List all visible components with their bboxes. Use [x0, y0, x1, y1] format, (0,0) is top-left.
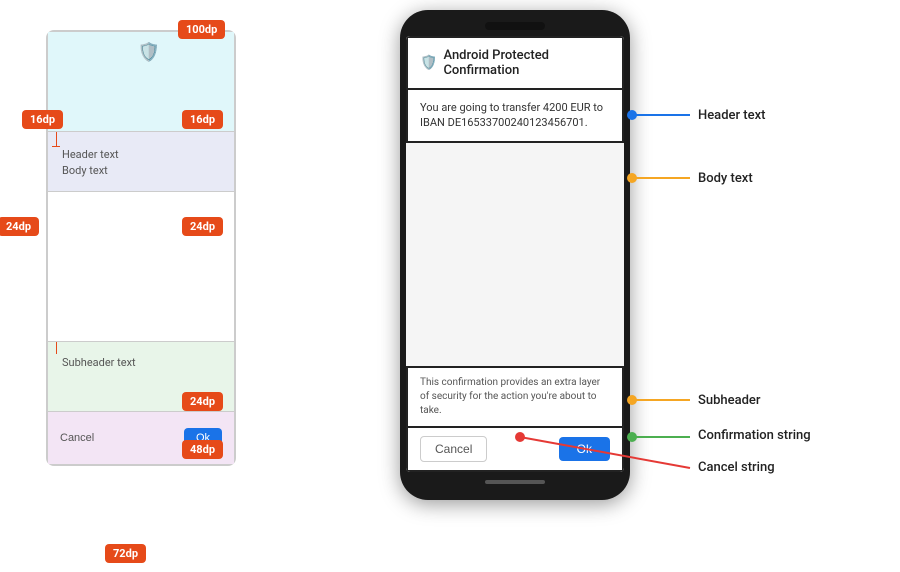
badge-24dp-right: 24dp [182, 217, 223, 236]
badge-24dp-left: 24dp [0, 217, 39, 236]
right-section: 🛡️ Android Protected Confirmation You ar… [360, 0, 900, 572]
dialog-buttons: Cancel Ok [406, 428, 624, 472]
annotation-body-text: Body text [698, 171, 753, 186]
annotation-cancel-string: Cancel string [698, 460, 775, 475]
annotation-confirmation-string: Confirmation string [698, 428, 811, 443]
phone-device: 🛡️ Android Protected Confirmation You ar… [400, 10, 630, 500]
phone-notch [485, 22, 545, 30]
dialog-title-bar: 🛡️ Android Protected Confirmation [406, 36, 624, 90]
left-diagram: 100dp 16dp 24dp 🛡️ Header text Body text… [30, 30, 250, 466]
annotation-header-text: Header text [698, 108, 765, 123]
body-text-label: Body text [62, 164, 108, 177]
annotation-subheader: Subheader [698, 393, 761, 408]
dialog-shield-icon: 🛡️ [420, 55, 437, 71]
right-cancel-button[interactable]: Cancel [420, 436, 487, 462]
badge-16dp-left: 16dp [22, 110, 63, 129]
badge-72dp: 72dp [105, 544, 146, 563]
subheader-text-label: Subheader text [62, 356, 136, 369]
dialog-body-section: You are going to transfer 4200 EUR to IB… [406, 90, 624, 143]
badge-24dp-sub: 24dp [182, 392, 223, 411]
badge-48dp: 48dp [182, 440, 223, 459]
phone-screen: 🛡️ Android Protected Confirmation You ar… [406, 36, 624, 472]
right-ok-button[interactable]: Ok [559, 437, 610, 461]
dialog-subheader-section: This confirmation provides an extra laye… [406, 366, 624, 428]
dialog-body-text: You are going to transfer 4200 EUR to IB… [420, 100, 610, 131]
badge-100dp: 100dp [178, 20, 225, 39]
badge-16dp-top-right: 16dp [182, 110, 223, 129]
header-section: Header text Body text [48, 132, 234, 192]
dialog-title: Android Protected Confirmation [443, 48, 610, 78]
dialog-gap [406, 143, 624, 366]
dialog-subheader-text: This confirmation provides an extra laye… [420, 376, 610, 418]
phone-home-bar [485, 480, 545, 484]
left-cancel-button[interactable]: Cancel [60, 432, 94, 444]
header-text-label: Header text [62, 148, 119, 161]
